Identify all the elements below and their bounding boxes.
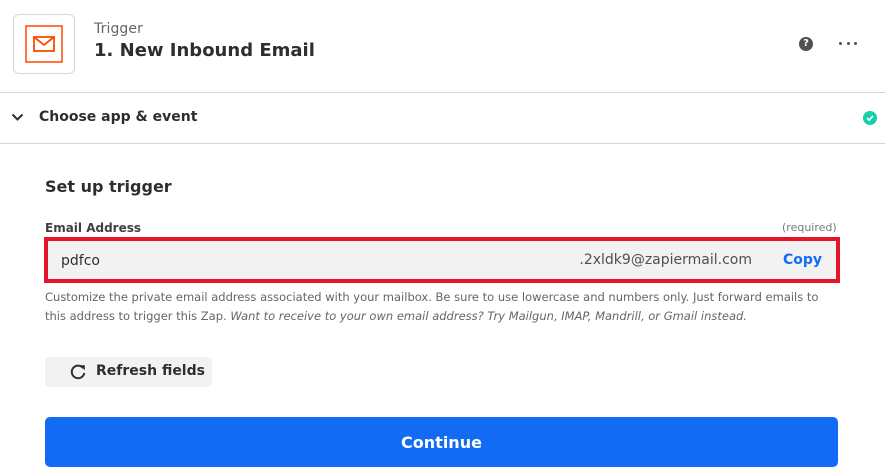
step-title[interactable]: 1. New Inbound Email [94, 40, 315, 61]
refresh-icon [70, 364, 86, 380]
setup-trigger-title: Set up trigger [45, 177, 172, 196]
help-text-italic: Want to receive to your own email addres… [230, 309, 747, 323]
email-domain-suffix: .2xldk9@zapiermail.com [579, 252, 752, 268]
dot [839, 41, 842, 45]
check-circle-icon [863, 111, 877, 125]
email-address-label: Email Address [45, 221, 142, 235]
choose-app-event-section[interactable]: Choose app & event [0, 93, 885, 144]
refresh-fields-button[interactable]: Refresh fields [45, 357, 212, 387]
help-icon[interactable]: ? [799, 37, 813, 51]
step-kind-label: Trigger [94, 21, 143, 37]
dot [854, 41, 857, 45]
refresh-fields-label: Refresh fields [96, 363, 205, 379]
dot [846, 41, 850, 45]
required-indicator: (required) [782, 221, 837, 234]
more-options-icon[interactable] [839, 36, 857, 50]
email-prefix-input[interactable] [61, 250, 561, 272]
copy-button[interactable]: Copy [783, 252, 822, 268]
section-label: Choose app & event [39, 109, 198, 125]
step-header: Trigger 1. New Inbound Email ? [0, 0, 885, 93]
email-address-field: .2xldk9@zapiermail.com Copy [44, 237, 840, 283]
app-icon-tile [13, 14, 75, 74]
continue-button[interactable]: Continue [45, 417, 838, 467]
email-help-text: Customize the private email address asso… [45, 288, 835, 326]
chevron-down-icon [11, 113, 24, 121]
envelope-icon [25, 25, 63, 63]
